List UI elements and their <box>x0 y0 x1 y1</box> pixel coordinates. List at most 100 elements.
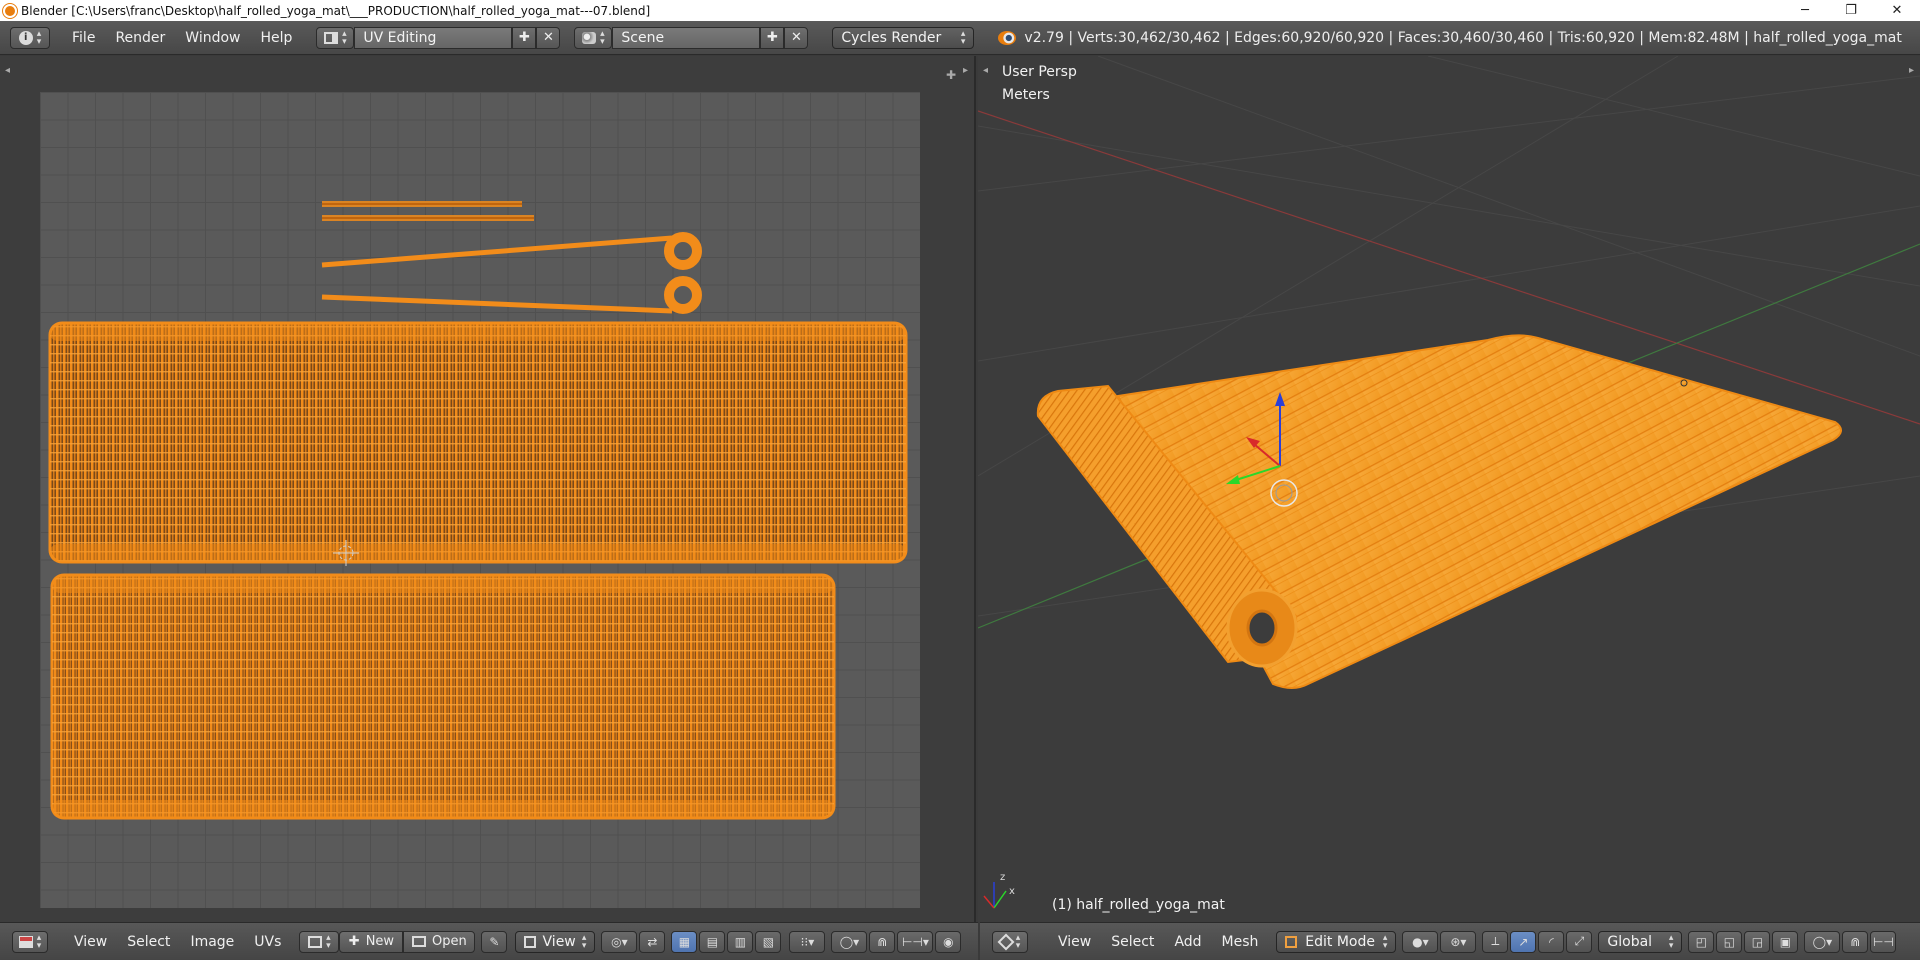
orientation-label: Global <box>1607 933 1653 950</box>
layout-grid-icon <box>324 31 339 44</box>
pivot-point-button[interactable]: ⊛▾ <box>1440 930 1477 953</box>
view-mode-icon <box>524 935 537 948</box>
menu-render[interactable]: Render <box>105 30 175 46</box>
vertex-select-button[interactable]: ▦ <box>671 930 698 953</box>
vertex-mode-icon: ◰ <box>1695 934 1708 949</box>
vertex-select-icon: ▦ <box>678 934 691 949</box>
screen-layout-browse-button[interactable]: ▴ ▾ <box>316 26 355 49</box>
sync-icon: ⇄ <box>647 934 658 949</box>
screen-layout-field[interactable]: UV Editing <box>354 26 513 49</box>
editor-type-3d-button[interactable]: ▴ ▾ <box>992 930 1028 953</box>
uv-image-editor[interactable]: ◂ ▸ ✚ <box>0 56 976 922</box>
vp-menu-view[interactable]: View <box>1048 934 1101 950</box>
scene-field[interactable]: Scene <box>612 26 761 49</box>
delete-scene-button[interactable]: ✕ <box>784 26 809 49</box>
pin-button[interactable]: ✎ <box>481 930 508 953</box>
vp-menu-select[interactable]: Select <box>1101 934 1164 950</box>
maximize-button[interactable]: ❐ <box>1828 0 1874 21</box>
pivot-icon: ⊛▾ <box>1450 934 1467 949</box>
open-image-button[interactable]: Open <box>403 930 476 953</box>
orientation-dropdown[interactable]: Global ▴ ▾ <box>1598 930 1683 953</box>
island-select-icon: ▧ <box>762 934 775 949</box>
mode-dropdown[interactable]: Edit Mode ▴ ▾ <box>1276 930 1397 953</box>
minimize-button[interactable]: ─ <box>1782 0 1828 21</box>
uv-island-roll-caps <box>321 232 702 314</box>
shading-button[interactable]: ●▾ <box>1402 930 1439 953</box>
close-button[interactable]: ✕ <box>1874 0 1920 21</box>
menu-help[interactable]: Help <box>250 30 302 46</box>
image-browse-button[interactable]: ▴ ▾ <box>299 930 340 953</box>
rotate-icon: ◜ <box>1549 934 1554 949</box>
vertex-mode-button[interactable]: ◰ <box>1688 930 1715 953</box>
plus-icon: ✚ <box>518 30 530 45</box>
face-mode-icon: ◲ <box>1751 934 1764 949</box>
editor-type-uv-button[interactable]: ▴ ▾ <box>12 930 48 953</box>
snap-button[interactable]: ⋒ <box>869 930 896 953</box>
render-button[interactable]: ◉ <box>935 930 962 953</box>
occlude-geometry-button[interactable]: ▣ <box>1772 930 1799 953</box>
scene-browse-button[interactable]: ▴ ▾ <box>574 26 613 49</box>
viewport-scene[interactable] <box>978 56 1920 922</box>
sync-selection-button[interactable]: ⇄ <box>639 930 666 953</box>
updown-arrows-icon: ▴ ▾ <box>960 28 966 47</box>
magnet-icon: ⋒ <box>877 934 888 949</box>
uv-menu-uvs[interactable]: UVs <box>244 934 291 950</box>
active-object-label: (1) half_rolled_yoga_mat <box>1052 897 1225 913</box>
plus-icon: ✚ <box>348 934 360 949</box>
snap-element-icon: ⊢⊣▾ <box>901 934 929 949</box>
view-mode-dropdown[interactable]: View ▴ ▾ <box>515 930 596 953</box>
pivot-button[interactable]: ◎▾ <box>601 930 638 953</box>
plus-icon: ✚ <box>766 30 778 45</box>
updown-arrows-icon: ▴ ▾ <box>600 28 605 47</box>
scale-button[interactable]: ⤢ <box>1566 930 1593 953</box>
snap-button-3d[interactable]: ⋒ <box>1842 930 1869 953</box>
rotate-button[interactable]: ◜ <box>1538 930 1565 953</box>
proportional-edit-button-3d[interactable]: ◯▾ <box>1804 930 1841 953</box>
proportional-edit-button[interactable]: ◯▾ <box>831 930 868 953</box>
pivot-icon: ◎▾ <box>611 934 628 949</box>
3d-viewport[interactable]: ◂ ▸ User Persp Meters z x (1) half_rolle… <box>978 56 1920 922</box>
arrow-icon: ↗ <box>1518 934 1529 949</box>
blender-version-icon <box>998 30 1017 45</box>
new-image-button[interactable]: ✚ New <box>339 930 404 953</box>
menu-file[interactable]: File <box>62 30 105 46</box>
face-select-button[interactable]: ▥ <box>727 930 754 953</box>
delete-layout-button[interactable]: ✕ <box>536 26 561 49</box>
uv-menu-image[interactable]: Image <box>180 934 244 950</box>
render-engine-dropdown[interactable]: Cycles Render ▴ ▾ <box>832 26 975 49</box>
new-image-label: New <box>365 934 395 949</box>
edge-select-button[interactable]: ▤ <box>699 930 726 953</box>
add-scene-button[interactable]: ✚ <box>760 26 785 49</box>
add-layout-button[interactable]: ✚ <box>512 26 537 49</box>
cube-icon <box>997 933 1015 950</box>
uv-menu-select[interactable]: Select <box>117 934 180 950</box>
edit-mode-icon <box>1285 935 1298 948</box>
scale-icon: ⤢ <box>1574 934 1585 948</box>
updown-arrows-icon: ▴ ▾ <box>581 932 587 951</box>
vp-menu-add[interactable]: Add <box>1164 934 1211 950</box>
editor-type-info-button[interactable]: i ▴ ▾ <box>10 26 50 49</box>
render-icon: ◉ <box>943 934 954 949</box>
edge-mode-button[interactable]: ◱ <box>1716 930 1743 953</box>
view-axes-icon <box>983 882 1007 909</box>
mode-label: Edit Mode <box>1305 933 1375 950</box>
x-icon: ✕ <box>542 30 554 45</box>
snap-element-button-3d[interactable]: ⊢⊣ <box>1870 930 1897 953</box>
x-icon: ✕ <box>790 30 802 45</box>
uv-island-edge-strips <box>322 201 534 221</box>
window-title: Blender [C:\Users\franc\Desktop\half_rol… <box>21 3 651 18</box>
edge-mode-icon: ◱ <box>1723 934 1736 949</box>
axis-z-label: z <box>1000 872 1006 883</box>
face-mode-button[interactable]: ◲ <box>1744 930 1771 953</box>
vp-menu-mesh[interactable]: Mesh <box>1212 934 1269 950</box>
sticky-mode-button[interactable]: ⁝⁝▾ <box>789 930 826 953</box>
island-select-button[interactable]: ▧ <box>755 930 782 953</box>
render-engine-label: Cycles Render <box>841 29 942 46</box>
translate-button[interactable]: ↗ <box>1510 930 1537 953</box>
uv-menu-view[interactable]: View <box>64 934 117 950</box>
menu-window[interactable]: Window <box>175 30 250 46</box>
folder-icon <box>412 936 427 947</box>
snap-element-button[interactable]: ⊢⊣▾ <box>897 930 934 953</box>
uv-islands[interactable] <box>0 56 976 922</box>
manipulator-toggle-button[interactable]: ⟂ <box>1482 930 1509 953</box>
